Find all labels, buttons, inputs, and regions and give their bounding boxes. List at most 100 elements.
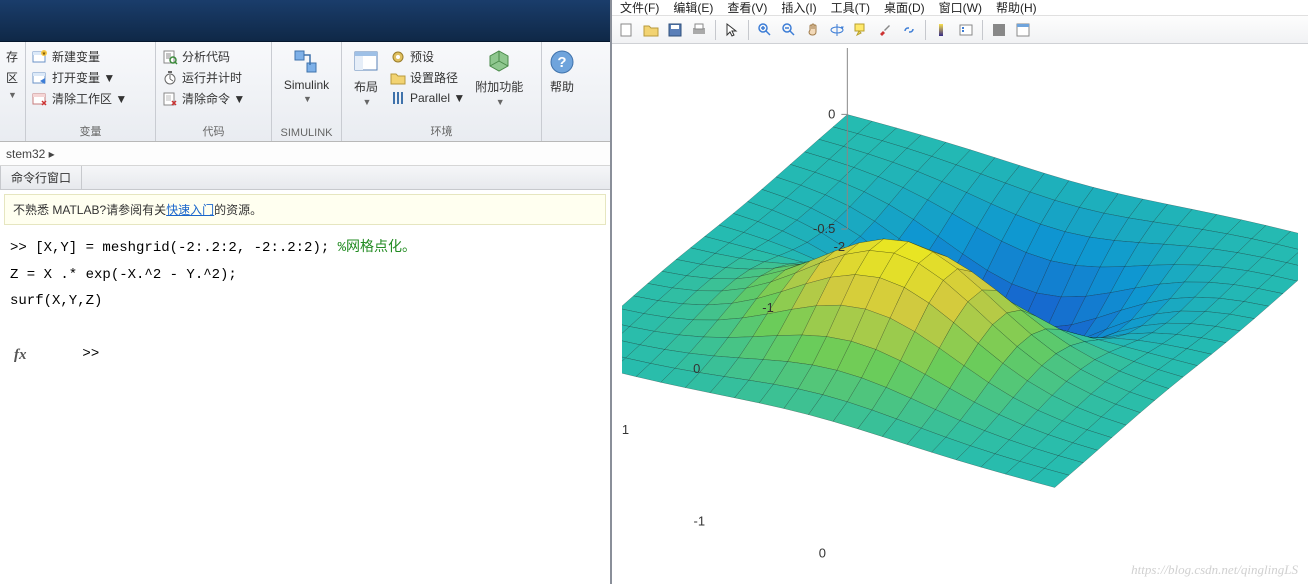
menu-insert[interactable]: 插入(I) xyxy=(781,0,816,16)
save-button[interactable]: 存 xyxy=(6,48,19,65)
simulink-icon xyxy=(292,48,320,76)
timer-icon xyxy=(162,70,178,86)
ribbon-toolbar: 存 区 ▼ ★ 新建变量 打开变量 ▼ 清除工作区 ▼ xyxy=(0,42,610,142)
analyze-code-button[interactable]: 分析代码 xyxy=(162,48,265,65)
figure-menubar: 文件(F) 编辑(E) 查看(V) 插入(I) 工具(T) 桌面(D) 窗口(W… xyxy=(612,0,1308,16)
datatip-icon xyxy=(853,22,869,38)
addons-icon xyxy=(485,48,513,76)
ribbon-group-environment: 布局 ▼ 预设 设置路径 Parallel ▼ xyxy=(342,42,542,141)
datatip-button[interactable] xyxy=(850,19,872,41)
new-figure-button[interactable] xyxy=(616,19,638,41)
rotate3d-button[interactable] xyxy=(826,19,848,41)
open-button[interactable] xyxy=(640,19,662,41)
pointer-button[interactable] xyxy=(721,19,743,41)
svg-text:0: 0 xyxy=(828,106,835,121)
help-button[interactable]: ? 帮助 xyxy=(544,46,580,97)
title-bar xyxy=(0,0,610,42)
command-window-tabs: 命令行窗口 xyxy=(0,166,610,190)
menu-tools[interactable]: 工具(T) xyxy=(831,0,870,16)
legend-button[interactable] xyxy=(955,19,977,41)
new-doc-icon xyxy=(619,22,635,38)
print-button[interactable] xyxy=(688,19,710,41)
breadcrumb[interactable]: stem32 ▸ xyxy=(0,142,610,166)
group-label-variables: 变量 xyxy=(32,121,149,141)
group-label-simulink: SIMULINK xyxy=(278,125,335,141)
colorbar-button[interactable] xyxy=(931,19,953,41)
group-label-env: 环境 xyxy=(348,121,535,141)
zoom-in-button[interactable] xyxy=(754,19,776,41)
getting-started-banner: 不熟悉 MATLAB?请参阅有关快速入门的资源。 xyxy=(4,194,606,225)
ribbon-group-variables: ★ 新建变量 打开变量 ▼ 清除工作区 ▼ 变量 xyxy=(26,42,156,141)
svg-text:?: ? xyxy=(557,54,566,71)
new-var-icon: ★ xyxy=(32,49,48,65)
hide-tools-button[interactable] xyxy=(988,19,1010,41)
figure-toolbar xyxy=(612,16,1308,44)
pointer-icon xyxy=(724,22,740,38)
addons-button[interactable]: 附加功能 ▼ xyxy=(471,46,527,109)
analyze-icon xyxy=(162,49,178,65)
preferences-button[interactable]: 预设 xyxy=(390,48,465,65)
clear-commands-button[interactable]: 清除命令 ▼ xyxy=(162,90,265,107)
workspace-button[interactable]: 区 xyxy=(6,69,19,86)
clear-workspace-button[interactable]: 清除工作区 ▼ xyxy=(32,90,149,107)
svg-text:0: 0 xyxy=(693,361,700,376)
svg-text:-1: -1 xyxy=(762,300,774,315)
show-tools-button[interactable] xyxy=(1012,19,1034,41)
command-window-tab[interactable]: 命令行窗口 xyxy=(0,166,82,189)
save-icon xyxy=(667,22,683,38)
open-var-icon xyxy=(32,70,48,86)
zoom-out-icon xyxy=(781,22,797,38)
figure-axes[interactable]: -0.500.5-2-1012-2-1012 xyxy=(622,48,1298,574)
svg-text:-2: -2 xyxy=(834,239,846,254)
code-line-2: Z = X .* exp(-X.^2 - Y.^2); xyxy=(10,262,600,289)
matlab-main-window: 存 区 ▼ ★ 新建变量 打开变量 ▼ 清除工作区 ▼ xyxy=(0,0,610,584)
pan-button[interactable] xyxy=(802,19,824,41)
layout-button[interactable]: 布局 ▼ xyxy=(348,46,384,109)
panel2-icon xyxy=(1015,22,1031,38)
legend-icon xyxy=(958,22,974,38)
folder-icon xyxy=(390,70,406,86)
zoom-in-icon xyxy=(757,22,773,38)
panel-icon xyxy=(991,22,1007,38)
help-icon: ? xyxy=(548,48,576,76)
link-button[interactable] xyxy=(898,19,920,41)
clear-ws-icon xyxy=(32,91,48,107)
zoom-out-button[interactable] xyxy=(778,19,800,41)
setpath-button[interactable]: 设置路径 xyxy=(390,69,465,86)
simulink-button[interactable]: Simulink ▼ xyxy=(280,46,333,106)
link-icon xyxy=(901,22,917,38)
layout-icon xyxy=(352,48,380,76)
save-figure-button[interactable] xyxy=(664,19,686,41)
svg-text:1: 1 xyxy=(622,422,629,437)
banner-pre: 不熟悉 MATLAB?请参阅有关 xyxy=(13,203,166,217)
ribbon-group-save-partial: 存 区 ▼ xyxy=(0,42,26,141)
banner-post: 的资源。 xyxy=(214,203,262,217)
menu-help[interactable]: 帮助(H) xyxy=(996,0,1037,16)
quickstart-link[interactable]: 快速入门 xyxy=(166,203,214,217)
colorbar-icon xyxy=(934,22,950,38)
open-variable-button[interactable]: 打开变量 ▼ xyxy=(32,69,149,86)
command-window[interactable]: >> [X,Y] = meshgrid(-2:.2:2, -2:.2:2); %… xyxy=(0,229,610,401)
svg-text:-0.5: -0.5 xyxy=(813,221,835,236)
menu-edit[interactable]: 编辑(E) xyxy=(673,0,713,16)
svg-text:-1: -1 xyxy=(694,513,706,528)
ribbon-group-simulink: Simulink ▼ SIMULINK xyxy=(272,42,342,141)
menu-desktop[interactable]: 桌面(D) xyxy=(884,0,925,16)
run-timer-button[interactable]: 运行并计时 xyxy=(162,69,265,86)
new-variable-button[interactable]: ★ 新建变量 xyxy=(32,48,149,65)
fx-icon[interactable]: fx xyxy=(14,341,27,370)
menu-window[interactable]: 窗口(W) xyxy=(939,0,982,16)
watermark: https://blog.csdn.net/qinglingLS xyxy=(1131,562,1298,578)
brush-icon xyxy=(877,22,893,38)
save-dd[interactable]: ▼ xyxy=(6,90,19,100)
brush-button[interactable] xyxy=(874,19,896,41)
folder-open-icon xyxy=(643,22,659,38)
code-prompt[interactable]: fx>> xyxy=(10,315,600,395)
menu-file[interactable]: 文件(F) xyxy=(620,0,659,16)
code-line-3: surf(X,Y,Z) xyxy=(10,288,600,315)
ribbon-group-help: ? 帮助 xyxy=(542,42,582,141)
parallel-button[interactable]: Parallel ▼ xyxy=(390,90,465,106)
print-icon xyxy=(691,22,707,38)
menu-view[interactable]: 查看(V) xyxy=(727,0,767,16)
group-label-code: 代码 xyxy=(162,121,265,141)
